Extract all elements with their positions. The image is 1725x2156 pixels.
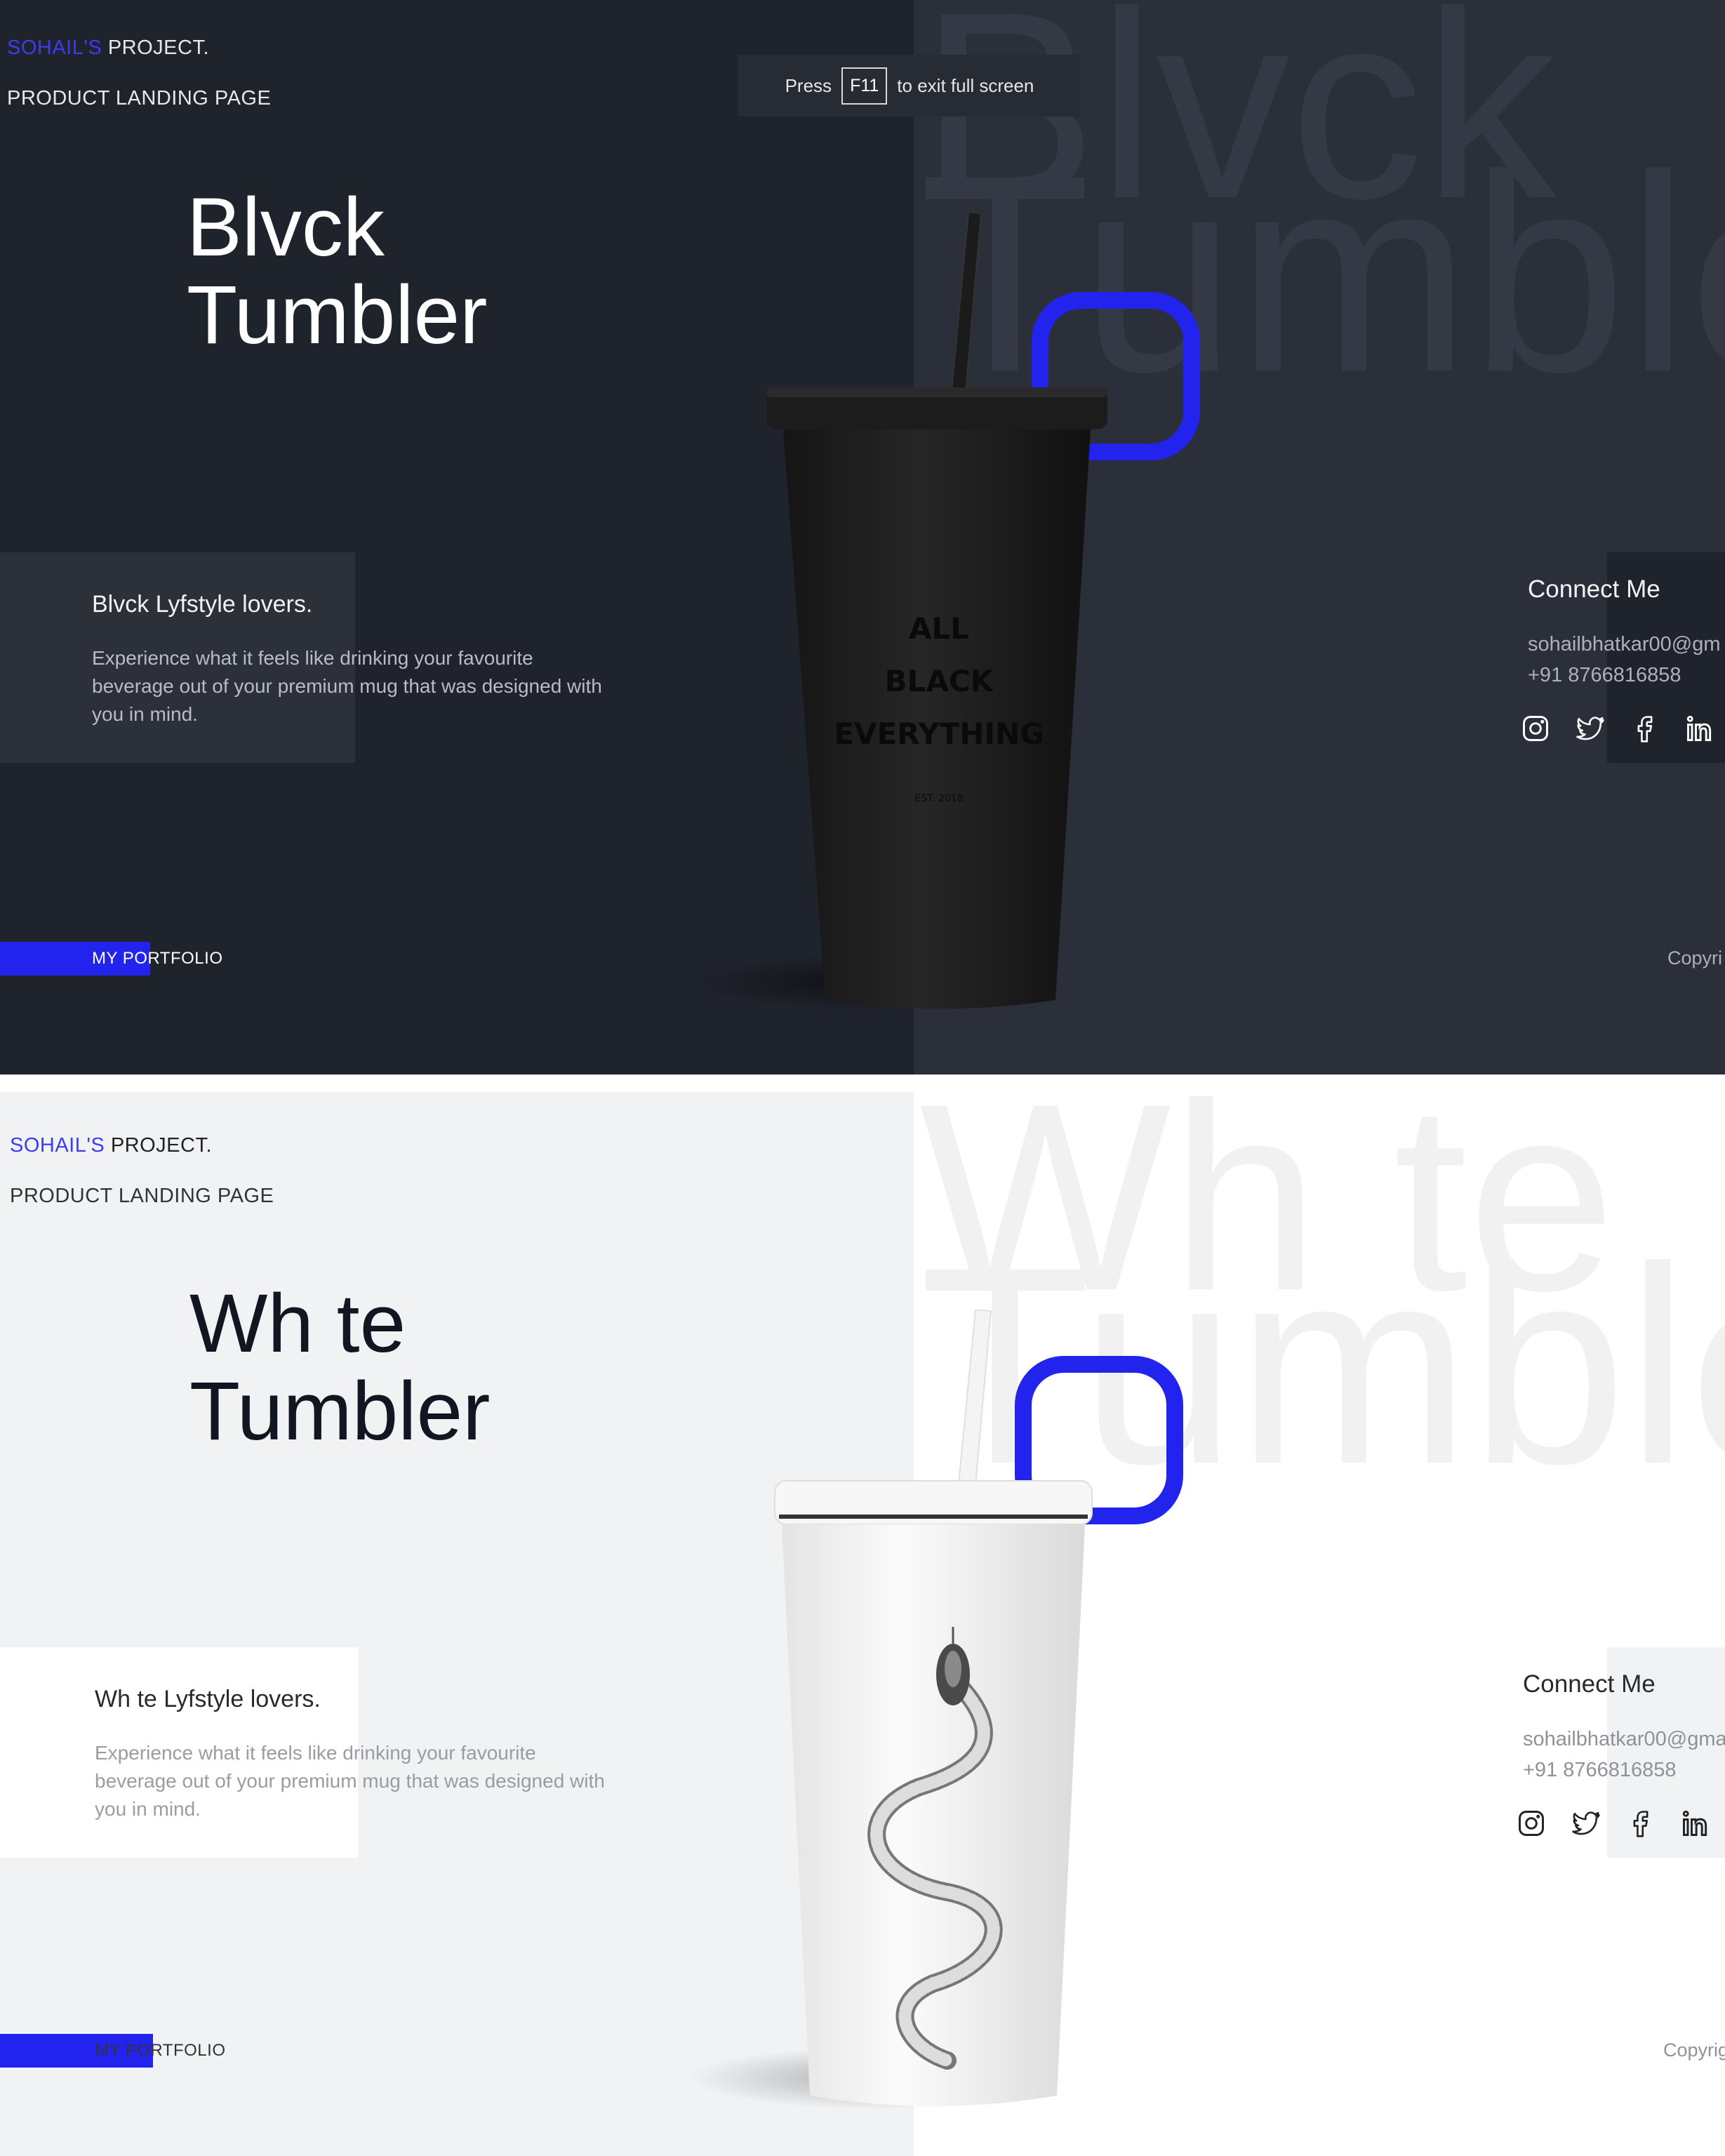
cup-print-line1: ALL: [909, 611, 969, 646]
connect-title: Connect Me: [1523, 1670, 1656, 1698]
linkedin-icon[interactable]: [1684, 713, 1715, 744]
fullscreen-rest-text: to exit full screen: [897, 74, 1034, 96]
contact-phone[interactable]: +91 8766816858: [1528, 664, 1681, 687]
contact-phone[interactable]: +91 8766816858: [1523, 1759, 1677, 1782]
twitter-icon[interactable]: [1575, 713, 1606, 744]
brand-rest: PROJECT.: [105, 1134, 213, 1157]
instagram-icon[interactable]: [1520, 713, 1551, 744]
copyright-text: Copyri: [1667, 947, 1723, 969]
linkedin-icon[interactable]: [1680, 1808, 1711, 1839]
connect-title: Connect Me: [1528, 575, 1660, 603]
brand-accent: SOHAIL'S: [10, 1134, 105, 1157]
copyright-text: Copyrig: [1663, 2039, 1725, 2061]
info-description: Experience what it feels like drinking y…: [95, 1742, 605, 1820]
my-portfolio-link[interactable]: MY PORTFOLIO: [92, 949, 222, 969]
brand-rest: PROJECT.: [102, 36, 210, 59]
page-title: Wh te Tumbler: [189, 1280, 490, 1456]
contact-email[interactable]: sohailbhatkar00@gm: [1528, 633, 1720, 656]
brand-accent: SOHAIL'S: [7, 36, 102, 59]
cup-print-line3: EVERYTHING: [834, 717, 1044, 751]
facebook-icon[interactable]: [1625, 1808, 1656, 1839]
cup-print-line2: BLACK: [885, 664, 994, 698]
social-links: [1516, 1808, 1711, 1839]
twitter-icon[interactable]: [1571, 1808, 1601, 1839]
social-links: [1520, 713, 1715, 744]
title-line1: Blvck: [187, 181, 385, 274]
dark-landing-section: Blvck Tumbler SOHAIL'S PROJECT. PRODUCT …: [0, 0, 1725, 1074]
contact-email[interactable]: sohailbhatkar00@gma: [1523, 1728, 1725, 1751]
info-title: Blvck Lyfstyle lovers.: [92, 591, 313, 618]
product-landing-subtitle: PRODUCT LANDING PAGE: [7, 87, 272, 109]
page-title: Blvck Tumbler: [187, 184, 487, 359]
brand-link[interactable]: SOHAIL'S PROJECT.: [10, 1134, 212, 1157]
cup-print-est: EST. 2018: [914, 793, 963, 804]
brand-link[interactable]: SOHAIL'S PROJECT.: [7, 36, 209, 60]
product-landing-subtitle: PRODUCT LANDING PAGE: [10, 1185, 274, 1207]
light-landing-section: Wh te Tumbler SOHAIL'S PROJECT. PRODUCT …: [0, 1092, 1725, 2156]
my-portfolio-link[interactable]: MY PORTFOLIO: [95, 2041, 225, 2061]
title-line1: Wh te: [189, 1277, 406, 1370]
facebook-icon[interactable]: [1630, 713, 1660, 744]
black-tumbler-image: ALL BLACK EVERYTHING EST. 2018: [766, 211, 1107, 1009]
title-line2: Tumbler: [187, 269, 488, 361]
fullscreen-notice: Press F11 to exit full screen: [738, 55, 1081, 117]
instagram-icon[interactable]: [1516, 1808, 1547, 1839]
fullscreen-press-text: Press: [785, 74, 832, 96]
white-tumbler-image: [774, 1310, 1093, 2106]
title-line2: Tumbler: [189, 1365, 491, 1458]
f11-key: F11: [841, 67, 888, 105]
section-divider: [0, 1074, 1725, 1092]
info-title: Wh te Lyfstyle lovers.: [95, 1686, 321, 1712]
info-description: Experience what it feels like drinking y…: [92, 647, 602, 725]
